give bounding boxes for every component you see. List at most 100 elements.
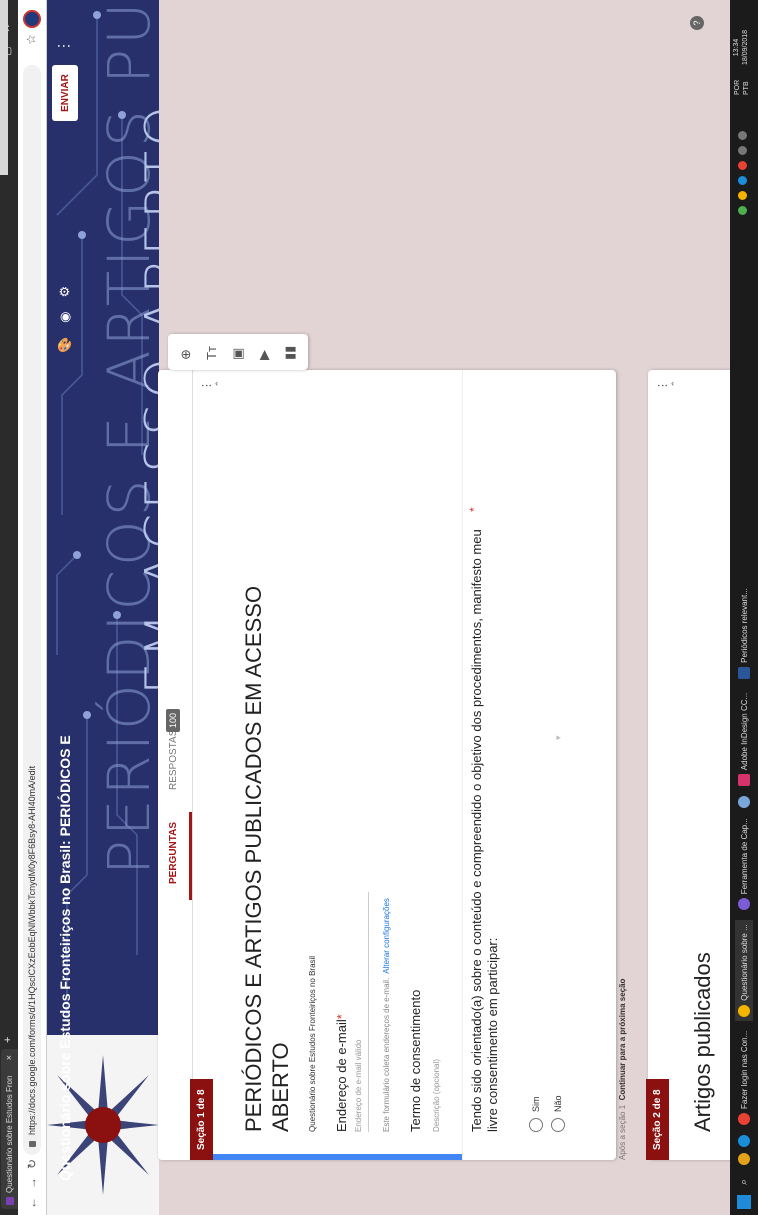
taskbar-app[interactable]: Ferramenta de Cap...	[735, 814, 753, 914]
clock-time: 13:34	[733, 38, 740, 57]
section-1-header[interactable]: Seção 1 de 8 PERIÓDICOS E ARTIGOS PUBLIC…	[190, 370, 462, 1160]
email-label-text: Endereço de e-mail	[334, 1019, 349, 1132]
option-label: Não	[553, 1095, 563, 1112]
lang-code: POR	[734, 79, 741, 95]
taskbar-app-label: Ferramenta de Cap...	[739, 818, 749, 895]
consent-title[interactable]: Termo de consentimento	[408, 990, 423, 1132]
after-section-navigation[interactable]: Após a seção 1 Continuar para a próxima …	[618, 760, 638, 1160]
change-settings-link[interactable]: Alterar configurações	[382, 898, 391, 974]
floating-toolbar: ⊕ Tт ▣ ▶ ▮▮	[168, 334, 308, 370]
close-tab-icon[interactable]: ×	[4, 1055, 14, 1060]
horizontal-scrollbar[interactable]	[0, 0, 8, 175]
taskbar-app-label: Adobe InDesign CC...	[739, 692, 749, 771]
system-tray[interactable]	[738, 131, 747, 215]
after-section-prefix: Após a seção 1	[618, 1104, 627, 1160]
palette-icon[interactable]: 🎨	[57, 337, 73, 353]
url-field[interactable]: https://docs.google.com/forms/d/1HQsclCX…	[23, 65, 41, 1155]
app-icon[interactable]	[738, 796, 750, 809]
chrome-icon	[738, 1113, 750, 1125]
taskbar-apps: Fazer login nas Con... Questionário sobr…	[735, 584, 753, 1165]
language-indicator[interactable]: POR PTB	[733, 80, 751, 95]
browser-tab-bar: Questionário sobre Estudos Fron × + –▢✕	[0, 0, 18, 1215]
tray-icon[interactable]	[738, 191, 747, 200]
form-title-header: Questionário sobre Estudos Fronteiriços …	[57, 735, 73, 1181]
section-ribbon: Seção 2 de 8	[646, 1079, 669, 1160]
form-description[interactable]: Questionário sobre Estudos Fronteiriços …	[308, 956, 317, 1132]
send-button[interactable]: ENVIAR	[52, 65, 78, 121]
network-icon[interactable]	[738, 131, 747, 140]
forms-favicon-icon	[5, 1197, 14, 1205]
banner-text-line2: EM ACESSO ABERTO	[135, 101, 159, 695]
form-title[interactable]: PERIÓDICOS E ARTIGOS PUBLICADOS EM ACESS…	[240, 532, 294, 1132]
add-title-icon[interactable]: Tт	[204, 346, 219, 360]
email-collection-note: Este formulário coleta endereços de e-ma…	[382, 898, 391, 1132]
add-video-icon[interactable]: ▶	[256, 350, 272, 360]
radio-icon[interactable]	[529, 1118, 543, 1132]
consent-description-field[interactable]: Descrição (opcional)	[432, 1059, 441, 1132]
form-header-banner: PERIÓDICOS E ARTIGOS PUBLICADOS EM ACESS…	[47, 0, 159, 1215]
taskbar-app-label: Periódicos relevant...	[739, 588, 749, 663]
option-sim[interactable]: Sim	[529, 1096, 543, 1132]
bookmark-star-icon[interactable]: ☆	[24, 34, 38, 45]
tab-questions[interactable]: PERGUNTAS	[168, 822, 179, 884]
clock-date: 18/09/2018	[742, 29, 749, 65]
collapse-icon[interactable]: ⌃	[214, 380, 225, 388]
indesign-icon	[738, 774, 750, 787]
add-image-icon[interactable]: ▣	[230, 348, 246, 360]
radio-icon[interactable]	[551, 1118, 565, 1132]
taskbar-app[interactable]: Periódicos relevant...	[735, 584, 753, 683]
email-label: Endereço de e-mail*	[334, 1014, 349, 1132]
email-note-text: Este formulário coleta endereços de e-ma…	[382, 977, 391, 1132]
preview-eye-icon[interactable]: ◉	[57, 311, 73, 322]
tray-icon[interactable]	[738, 206, 747, 215]
word-icon	[738, 666, 750, 679]
focus-accent-bar	[192, 1154, 462, 1160]
volume-icon[interactable]	[738, 146, 747, 155]
tab-responses[interactable]: RESPOSTAS	[168, 730, 179, 790]
address-bar: ←→↻ https://docs.google.com/forms/d/1HQs…	[18, 0, 47, 1215]
browser-tab[interactable]: Questionário sobre Estudos Fron ×	[1, 1049, 18, 1209]
question-1[interactable]: Tendo sido orientado(a) sobre o conteúdo…	[462, 370, 593, 1160]
responses-count-badge: 100	[166, 708, 180, 732]
taskbar-clock[interactable]: 13:34 18/09/2018	[732, 30, 750, 65]
drag-caret-icon: ▾	[553, 735, 563, 740]
new-tab-button[interactable]: +	[2, 1037, 14, 1043]
section-2-title[interactable]: Artigos publicados	[690, 952, 716, 1132]
form-tabs: PERGUNTAS RESPOSTAS 100	[158, 370, 193, 1160]
settings-gear-icon[interactable]: ⚙	[57, 286, 73, 298]
option-label: Sim	[531, 1096, 541, 1113]
email-placeholder: Endereço de e-mail válido	[354, 1039, 363, 1133]
lock-icon	[28, 1141, 36, 1147]
required-asterisk: *	[467, 507, 481, 512]
section-1-card: PERGUNTAS RESPOSTAS 100 Seção 1 de 8 PER…	[158, 370, 616, 1160]
required-asterisk: *	[334, 1014, 349, 1020]
skype-icon[interactable]	[738, 1135, 750, 1147]
tab-title: Questionário sobre Estudos Fron	[5, 1075, 14, 1193]
tray-icon[interactable]	[738, 176, 747, 185]
section-more-icon[interactable]: ⋮	[200, 380, 213, 391]
more-options-icon[interactable]: ⋮	[55, 39, 72, 53]
file-explorer-icon[interactable]	[738, 1153, 750, 1165]
header-actions: 🎨 ◉ ⚙	[57, 286, 73, 353]
navigation-buttons[interactable]: ←→↻	[25, 1151, 39, 1209]
windows-start-icon[interactable]	[737, 1195, 751, 1209]
add-question-icon[interactable]: ⊕	[178, 349, 194, 360]
taskbar-app-label: Fazer login nas Con...	[739, 1030, 749, 1109]
section-ribbon: Seção 1 de 8	[190, 1079, 213, 1160]
option-nao[interactable]: Não	[551, 1095, 565, 1132]
snipping-tool-icon	[738, 898, 750, 911]
url-text: https://docs.google.com/forms/d/1HQsclCX…	[27, 765, 37, 1135]
taskbar-app[interactable]: Questionário sobre ...	[735, 920, 753, 1021]
after-section-action[interactable]: Continuar para a próxima seção	[618, 979, 627, 1101]
taskbar-app[interactable]: Fazer login nas Con...	[735, 1027, 753, 1129]
collapse-icon[interactable]: ⌃	[670, 380, 681, 388]
taskbar-search-icon[interactable]: ⌕	[738, 1179, 751, 1185]
help-icon[interactable]: ?	[690, 16, 704, 30]
extension-icon[interactable]	[23, 10, 41, 28]
tray-icon[interactable]	[738, 161, 747, 170]
windows-taskbar: ⌕ Fazer login nas Con... Questionário so…	[730, 0, 758, 1215]
section-more-icon[interactable]: ⋮	[656, 380, 669, 391]
email-input-line	[368, 892, 369, 1132]
add-section-icon[interactable]: ▮▮	[282, 346, 298, 360]
taskbar-app[interactable]: Adobe InDesign CC...	[735, 689, 753, 790]
